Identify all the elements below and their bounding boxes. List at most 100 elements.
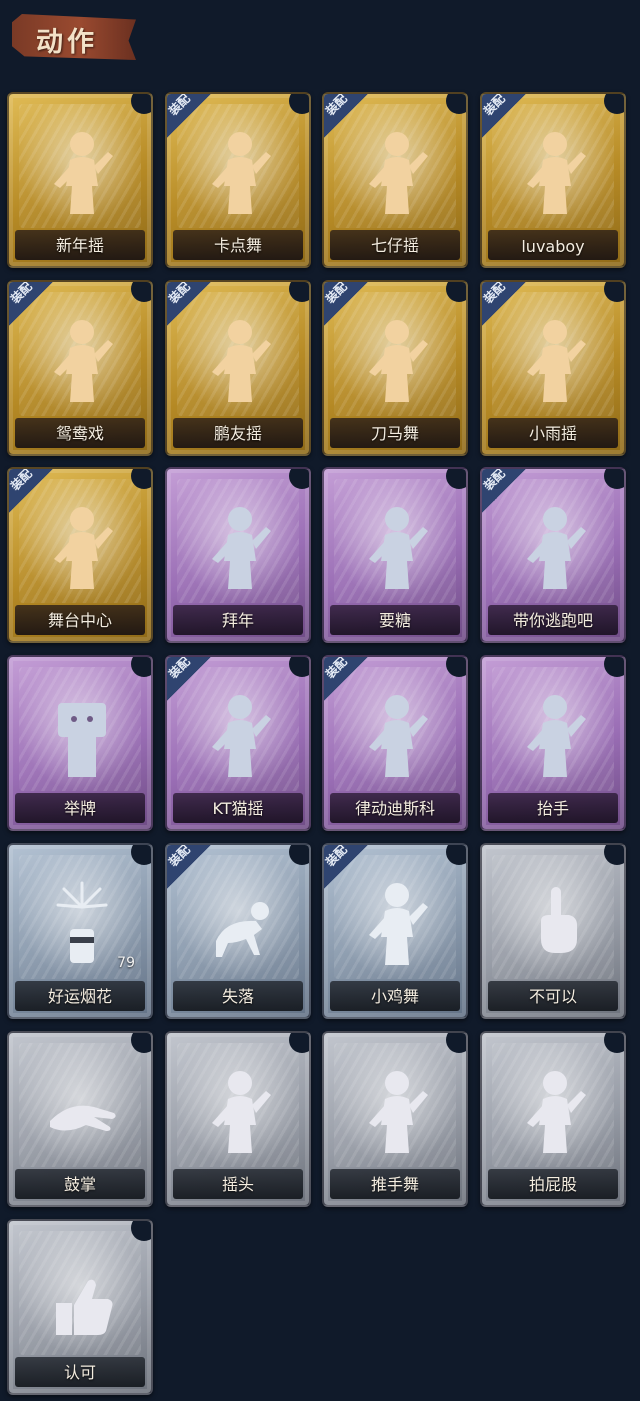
emote-figure	[42, 689, 122, 781]
equipped-label: 装配	[480, 467, 508, 494]
emote-figure	[357, 501, 437, 593]
figure-shake-head-icon	[212, 1071, 271, 1153]
emote-card[interactable]: 刀马舞 装配	[322, 280, 468, 456]
equipped-label: 装配	[322, 655, 350, 682]
emote-name: 失落	[221, 987, 254, 1006]
emote-card[interactable]: 鸳鸯戏 装配	[7, 280, 153, 456]
emote-name: 卡点舞	[213, 236, 262, 255]
equipped-badge: 装配	[322, 843, 370, 891]
emote-name: 鹏友摇	[213, 424, 262, 443]
emote-card[interactable]: 好运烟花 79	[7, 843, 153, 1019]
equipped-label: 装配	[165, 843, 193, 870]
emote-name: 拍屁股	[528, 1175, 577, 1194]
emote-card[interactable]: 舞台中心 装配	[7, 467, 153, 643]
equipped-badge: 装配	[322, 92, 370, 140]
dancer-swing-icon	[54, 132, 113, 214]
equipped-label: 装配	[480, 280, 508, 307]
equipped-badge: 装配	[7, 280, 55, 328]
emote-name: 好运烟花	[47, 987, 112, 1006]
figure-push-hands-icon	[369, 1071, 428, 1153]
emote-card[interactable]: 举牌	[7, 655, 153, 831]
emote-card[interactable]: 带你逃跑吧 装配	[480, 467, 626, 643]
emote-name: luvaboy	[521, 237, 585, 256]
emote-card[interactable]: 七仔摇 装配	[322, 92, 468, 268]
emote-name: 要糖	[378, 611, 411, 630]
equipped-label: 装配	[7, 280, 35, 307]
equipped-badge: 装配	[480, 280, 528, 328]
emote-card[interactable]: 抬手	[480, 655, 626, 831]
equipped-badge: 装配	[165, 280, 213, 328]
emote-figure	[42, 1065, 122, 1157]
emote-name: 认可	[63, 1363, 96, 1382]
emote-card[interactable]: luvaboy 装配	[480, 92, 626, 268]
emote-name: 带你逃跑吧	[512, 611, 593, 630]
emote-figure	[515, 689, 595, 781]
emote-name: KT猫摇	[212, 799, 264, 818]
equipped-label: 装配	[322, 280, 350, 307]
emote-card[interactable]: 认可	[7, 1219, 153, 1395]
emote-name: 小鸡舞	[370, 987, 419, 1006]
equipped-badge: 装配	[165, 843, 213, 891]
figure-raise-hand-icon	[527, 695, 586, 777]
emote-name: 小雨摇	[528, 424, 577, 443]
emote-name: 舞台中心	[47, 611, 112, 630]
emote-figure	[357, 1065, 437, 1157]
emote-card[interactable]: 推手舞	[322, 1031, 468, 1207]
equipped-label: 装配	[322, 92, 350, 119]
firework-icon	[56, 881, 108, 963]
equipped-label: 装配	[480, 92, 508, 119]
emote-figure	[200, 1065, 280, 1157]
emote-card[interactable]: 失落 装配	[165, 843, 311, 1019]
equipped-label: 装配	[322, 843, 350, 870]
equipped-badge: 装配	[7, 467, 55, 515]
emote-name: 推手舞	[370, 1175, 419, 1194]
figure-pat-butt-icon	[527, 1071, 586, 1153]
equipped-badge: 装配	[480, 92, 528, 140]
emote-name: 不可以	[528, 987, 577, 1006]
emote-card[interactable]: 鹏友摇 装配	[165, 280, 311, 456]
emote-figure	[200, 501, 280, 593]
emote-name: 律动迪斯科	[354, 799, 435, 818]
emote-card[interactable]: 鼓掌	[7, 1031, 153, 1207]
emote-figure	[515, 877, 595, 969]
emote-name: 拜年	[221, 611, 254, 630]
equipped-label: 装配	[165, 280, 193, 307]
emote-name: 新年摇	[55, 236, 104, 255]
emote-card[interactable]: 要糖	[322, 467, 468, 643]
emote-figure	[515, 1065, 595, 1157]
emote-card[interactable]: 不可以	[480, 843, 626, 1019]
clap-hands-icon	[50, 1105, 116, 1131]
emote-name: 鸳鸯戏	[55, 424, 104, 443]
emote-grid: 新年摇 卡点舞 装配 七仔摇 装配 luvaboy 装配 鸳鸯戏 装配 鹏友摇 装配 刀马…	[0, 0, 640, 1401]
emote-figure	[42, 877, 122, 969]
figure-bow-icon	[212, 507, 271, 589]
emote-card[interactable]: 小雨摇 装配	[480, 280, 626, 456]
emote-figure	[42, 1253, 122, 1345]
figure-hold-sign-icon	[58, 703, 106, 777]
emote-figure	[42, 126, 122, 218]
emote-card[interactable]: 律动迪斯科 装配	[322, 655, 468, 831]
thumbs-up-icon	[56, 1279, 113, 1335]
emote-name: 举牌	[63, 799, 96, 818]
emote-card[interactable]: 拜年	[165, 467, 311, 643]
emote-name: 摇头	[221, 1175, 254, 1194]
equipped-badge: 装配	[322, 280, 370, 328]
equipped-label: 装配	[165, 655, 193, 682]
figure-ask-candy-icon	[369, 507, 428, 589]
emote-card[interactable]: 卡点舞 装配	[165, 92, 311, 268]
emote-card[interactable]: KT猫摇 装配	[165, 655, 311, 831]
emote-name: 抬手	[536, 799, 569, 818]
item-count: 79	[117, 955, 135, 971]
emote-card[interactable]: 摇头	[165, 1031, 311, 1207]
equipped-label: 装配	[165, 92, 193, 119]
emote-card[interactable]: 新年摇	[7, 92, 153, 268]
equipped-badge: 装配	[165, 655, 213, 703]
emote-card[interactable]: 拍屁股	[480, 1031, 626, 1207]
equipped-badge: 装配	[165, 92, 213, 140]
emote-name: 鼓掌	[63, 1175, 96, 1194]
equipped-label: 装配	[7, 467, 35, 494]
equipped-badge: 装配	[322, 655, 370, 703]
equipped-badge: 装配	[480, 467, 528, 515]
emote-card[interactable]: 小鸡舞 装配	[322, 843, 468, 1019]
finger-wag-icon	[541, 887, 577, 953]
